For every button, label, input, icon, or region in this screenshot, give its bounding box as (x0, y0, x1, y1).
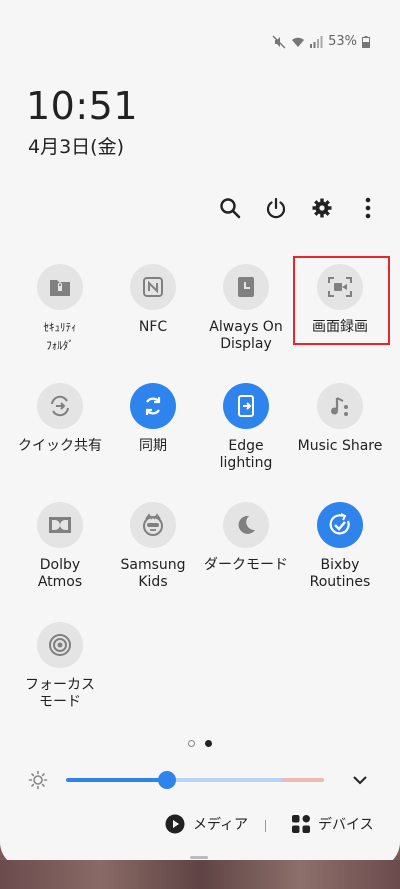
tile-dolby-atmos-button[interactable] (37, 502, 83, 548)
devices-label: デバイス (318, 817, 374, 833)
nfc-icon (143, 277, 163, 297)
edge-lighting-icon (238, 395, 254, 417)
tile-dark-mode-label: ダークモード (204, 557, 288, 573)
power-button[interactable] (264, 196, 288, 220)
clock-date: 4月3日(金) (28, 136, 125, 158)
secure-folder-icon (50, 280, 70, 296)
always-on-display-icon (238, 277, 254, 297)
tile-focus-mode-button[interactable] (37, 622, 83, 668)
page-dot[interactable] (188, 740, 195, 747)
battery-icon (362, 35, 370, 48)
battery-text: 53% (328, 34, 357, 49)
brightness-bar (0, 770, 400, 790)
media-label: メディア (193, 817, 249, 833)
page-dot-active[interactable] (205, 740, 212, 747)
clock-time: 10:51 (26, 84, 139, 128)
settings-button[interactable] (310, 196, 334, 220)
tile-quick-share[interactable]: クイック共有 (10, 383, 110, 455)
tile-music-share-button[interactable] (317, 383, 363, 429)
chevron-down-icon (353, 776, 367, 785)
more-options-button[interactable] (356, 196, 380, 220)
sync-icon (145, 397, 161, 415)
tile-bixby-routines[interactable]: Bixby Routines (290, 502, 390, 591)
tile-quick-share-button[interactable] (37, 383, 83, 429)
gear-icon (312, 198, 332, 218)
tile-edge-lighting-button[interactable] (223, 383, 269, 429)
highlight-box (293, 256, 390, 345)
tile-quick-share-label: クイック共有 (18, 438, 102, 454)
wallpaper-strip (0, 860, 400, 889)
brightness-icon (28, 770, 48, 794)
tile-dolby-atmos[interactable]: Dolby Atmos (10, 502, 110, 591)
brightness-slider-thumb[interactable] (157, 771, 176, 789)
music-share-icon (331, 397, 348, 416)
samsung-kids-icon (143, 513, 163, 536)
dark-mode-icon (238, 515, 255, 534)
page-indicator (0, 740, 400, 747)
divider (265, 820, 266, 832)
tile-secure-folder-button[interactable] (37, 264, 83, 310)
media-button[interactable]: メディア (165, 814, 248, 834)
tile-secure-folder-label: ｾｷｭﾘﾃｨ ﾌｫﾙﾀﾞ (43, 321, 77, 352)
tile-dolby-atmos-label: Dolby Atmos (37, 557, 83, 590)
header-actions (218, 196, 380, 220)
tile-secure-folder[interactable]: ｾｷｭﾘﾃｨ ﾌｫﾙﾀﾞ (10, 264, 110, 355)
tile-bixby-routines-label: Bixby Routines (309, 557, 371, 590)
wifi-icon (291, 36, 305, 48)
tile-music-share-label: Music Share (297, 438, 383, 454)
more-icon (365, 197, 371, 219)
expand-button[interactable] (352, 772, 368, 791)
status-bar: 53% (272, 34, 370, 49)
tile-nfc[interactable]: NFC (103, 264, 203, 336)
media-device-bar: メディア デバイス (0, 814, 400, 838)
focus-mode-icon (49, 634, 71, 656)
tile-sync[interactable]: 同期 (103, 383, 203, 455)
tile-dark-mode-button[interactable] (223, 502, 269, 548)
power-icon (266, 197, 286, 219)
tile-always-on-display[interactable]: Always On Display (196, 264, 296, 353)
tile-edge-lighting-label: Edge lighting (219, 438, 273, 471)
tile-sync-label: 同期 (139, 438, 167, 454)
tile-samsung-kids[interactable]: Samsung Kids (103, 502, 203, 591)
quick-panel: 53% 10:51 4月3日(金) ｾｷｭﾘﾃｨ ﾌｫﾙﾀﾞ NFC Alway… (0, 0, 400, 868)
tile-edge-lighting[interactable]: Edge lighting (196, 383, 296, 472)
dolby-atmos-icon (49, 517, 71, 533)
tile-always-on-display-button[interactable] (223, 264, 269, 310)
tile-focus-mode[interactable]: フォーカス モード (10, 622, 110, 711)
signal-icon (310, 35, 323, 48)
tile-focus-mode-label: フォーカス モード (25, 677, 95, 710)
play-circle-icon (165, 814, 185, 834)
tile-nfc-label: NFC (138, 319, 168, 335)
devices-grid-icon (292, 815, 310, 833)
mute-icon (272, 35, 286, 49)
bixby-routines-icon (329, 513, 350, 535)
search-button[interactable] (218, 196, 242, 220)
tile-dark-mode[interactable]: ダークモード (196, 502, 296, 574)
tile-bixby-routines-button[interactable] (317, 502, 363, 548)
tile-nfc-button[interactable] (130, 264, 176, 310)
brightness-slider-track[interactable] (66, 778, 324, 782)
tile-music-share[interactable]: Music Share (290, 383, 390, 455)
quick-share-icon (51, 395, 69, 417)
tile-samsung-kids-label: Samsung Kids (120, 557, 186, 590)
tile-always-on-display-label: Always On Display (209, 319, 283, 352)
drag-handle[interactable] (190, 856, 208, 859)
tile-sync-button[interactable] (130, 383, 176, 429)
tile-samsung-kids-button[interactable] (130, 502, 176, 548)
search-icon (220, 198, 241, 219)
devices-button[interactable]: デバイス (292, 814, 374, 834)
